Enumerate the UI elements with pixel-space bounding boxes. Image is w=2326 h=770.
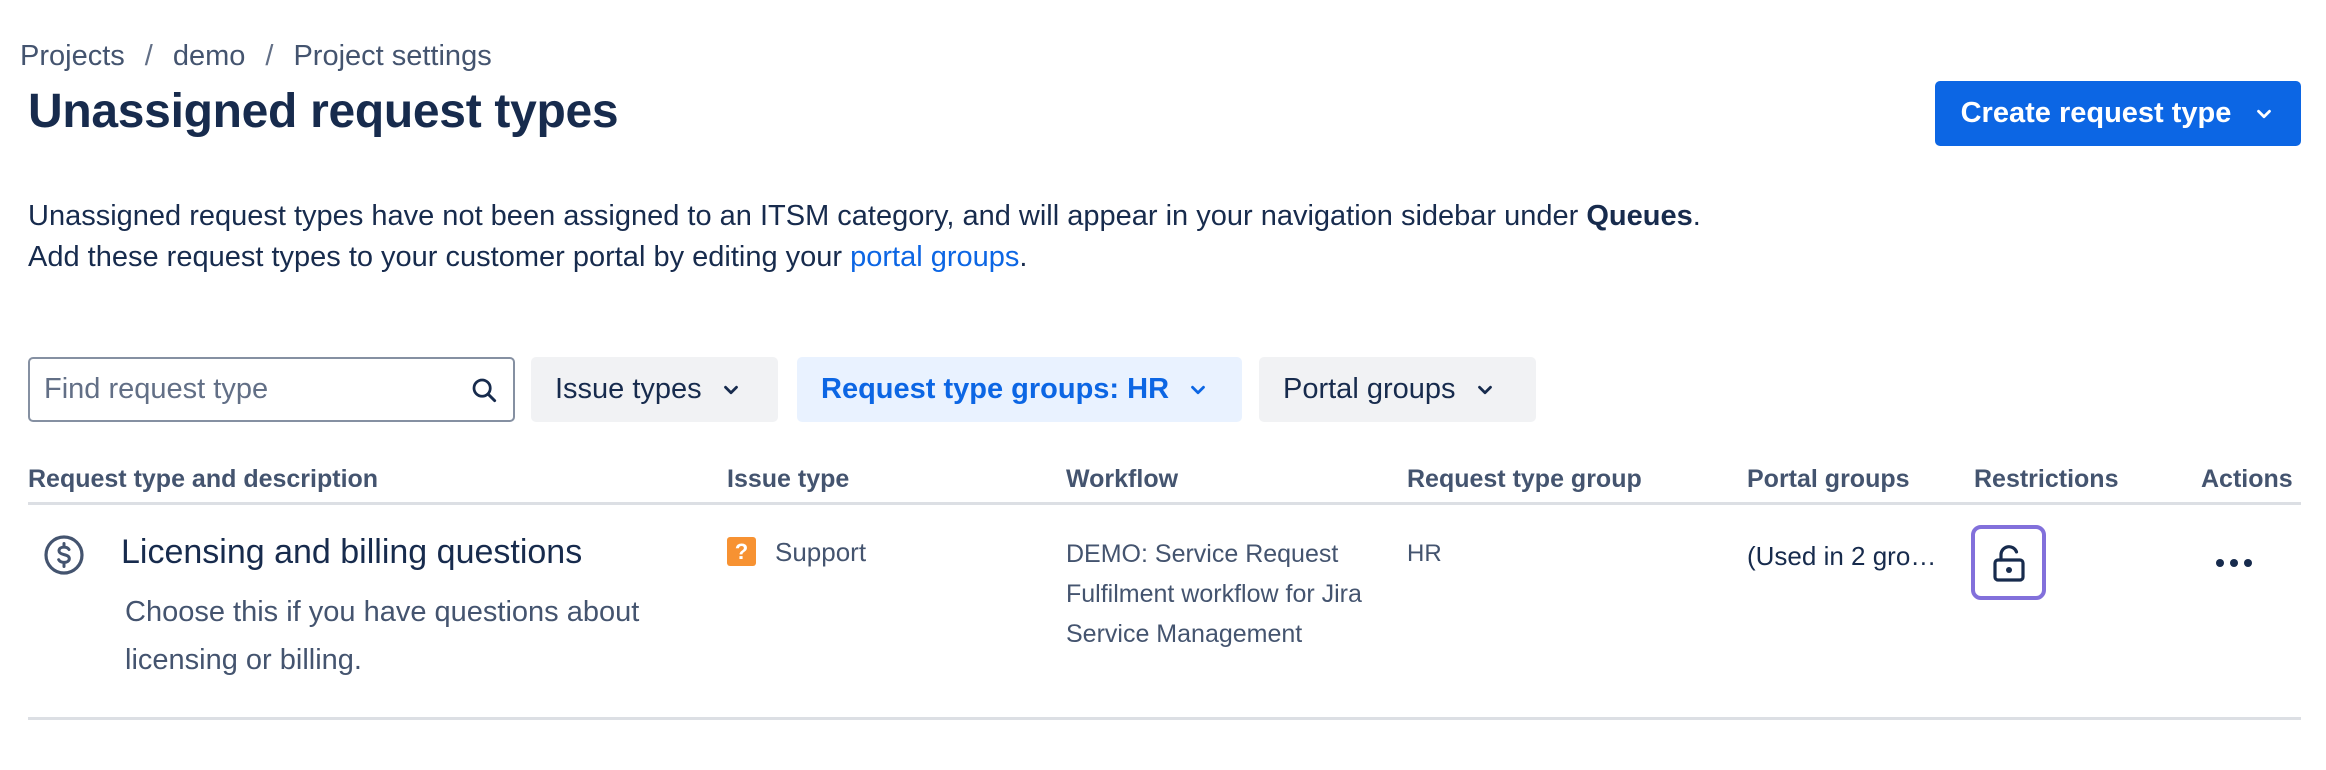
description-line-1: Unassigned request types have not been a…	[28, 200, 1701, 232]
breadcrumb: Projects / demo / Project settings	[20, 40, 492, 73]
more-dot-icon	[2230, 559, 2238, 567]
create-request-type-label: Create request type	[1960, 97, 2232, 129]
request-type-name[interactable]: Licensing and billing questions	[121, 533, 582, 572]
table-row-divider	[28, 717, 2301, 720]
more-actions-button[interactable]	[2206, 540, 2262, 586]
request-type-group-value: HR	[1407, 540, 1442, 567]
issue-type-value: Support	[775, 537, 867, 567]
breadcrumb-separator: /	[144, 40, 153, 72]
chevron-down-icon	[723, 385, 738, 394]
restrictions-button[interactable]	[1971, 525, 2046, 600]
page-description: Unassigned request types have not been a…	[28, 196, 1701, 278]
queues-label: Queues	[1586, 200, 1693, 232]
breadcrumb-projects[interactable]: Projects	[20, 40, 125, 73]
table-header-divider	[28, 502, 2301, 505]
chevron-down-icon	[1191, 385, 1205, 394]
column-header-request-type-group[interactable]: Request type group	[1407, 465, 1642, 494]
unlock-icon	[1992, 544, 2025, 582]
more-dot-icon	[2244, 559, 2252, 567]
portal-groups-filter[interactable]: Portal groups	[1259, 357, 1536, 422]
search-field	[28, 357, 515, 422]
column-header-request-type[interactable]: Request type and description	[28, 465, 378, 494]
column-header-portal-groups[interactable]: Portal groups	[1747, 465, 1910, 494]
column-header-workflow[interactable]: Workflow	[1066, 465, 1178, 494]
page-title: Unassigned request types	[28, 85, 619, 138]
description-line-2: Add these request types to your customer…	[28, 241, 1028, 273]
breadcrumb-project-settings[interactable]: Project settings	[293, 40, 491, 73]
chevron-down-icon	[1477, 385, 1492, 394]
request-type-groups-filter[interactable]: Request type groups: HR	[797, 357, 1242, 422]
breadcrumb-demo[interactable]: demo	[173, 40, 246, 73]
request-type-description: Choose this if you have questions about …	[125, 596, 640, 676]
search-icon[interactable]	[469, 375, 499, 405]
portal-groups-link[interactable]: portal groups	[850, 241, 1019, 273]
dollar-circle-icon	[44, 535, 84, 575]
question-mark-icon: ?	[727, 537, 756, 566]
column-header-restrictions: Restrictions	[1974, 465, 2119, 493]
search-input[interactable]	[44, 373, 469, 406]
workflow-value: DEMO: Service Request Fulfilment workflo…	[1066, 540, 1362, 648]
portal-groups-value[interactable]: (Used in 2 groups)	[1747, 541, 1947, 572]
breadcrumb-separator: /	[265, 40, 274, 72]
create-request-type-button[interactable]: Create request type	[1935, 81, 2301, 146]
more-dot-icon	[2216, 559, 2224, 567]
issue-types-filter[interactable]: Issue types	[531, 357, 778, 422]
chevron-down-icon	[2257, 109, 2272, 118]
column-header-actions: Actions	[2201, 465, 2293, 493]
column-header-issue-type[interactable]: Issue type	[727, 465, 849, 494]
